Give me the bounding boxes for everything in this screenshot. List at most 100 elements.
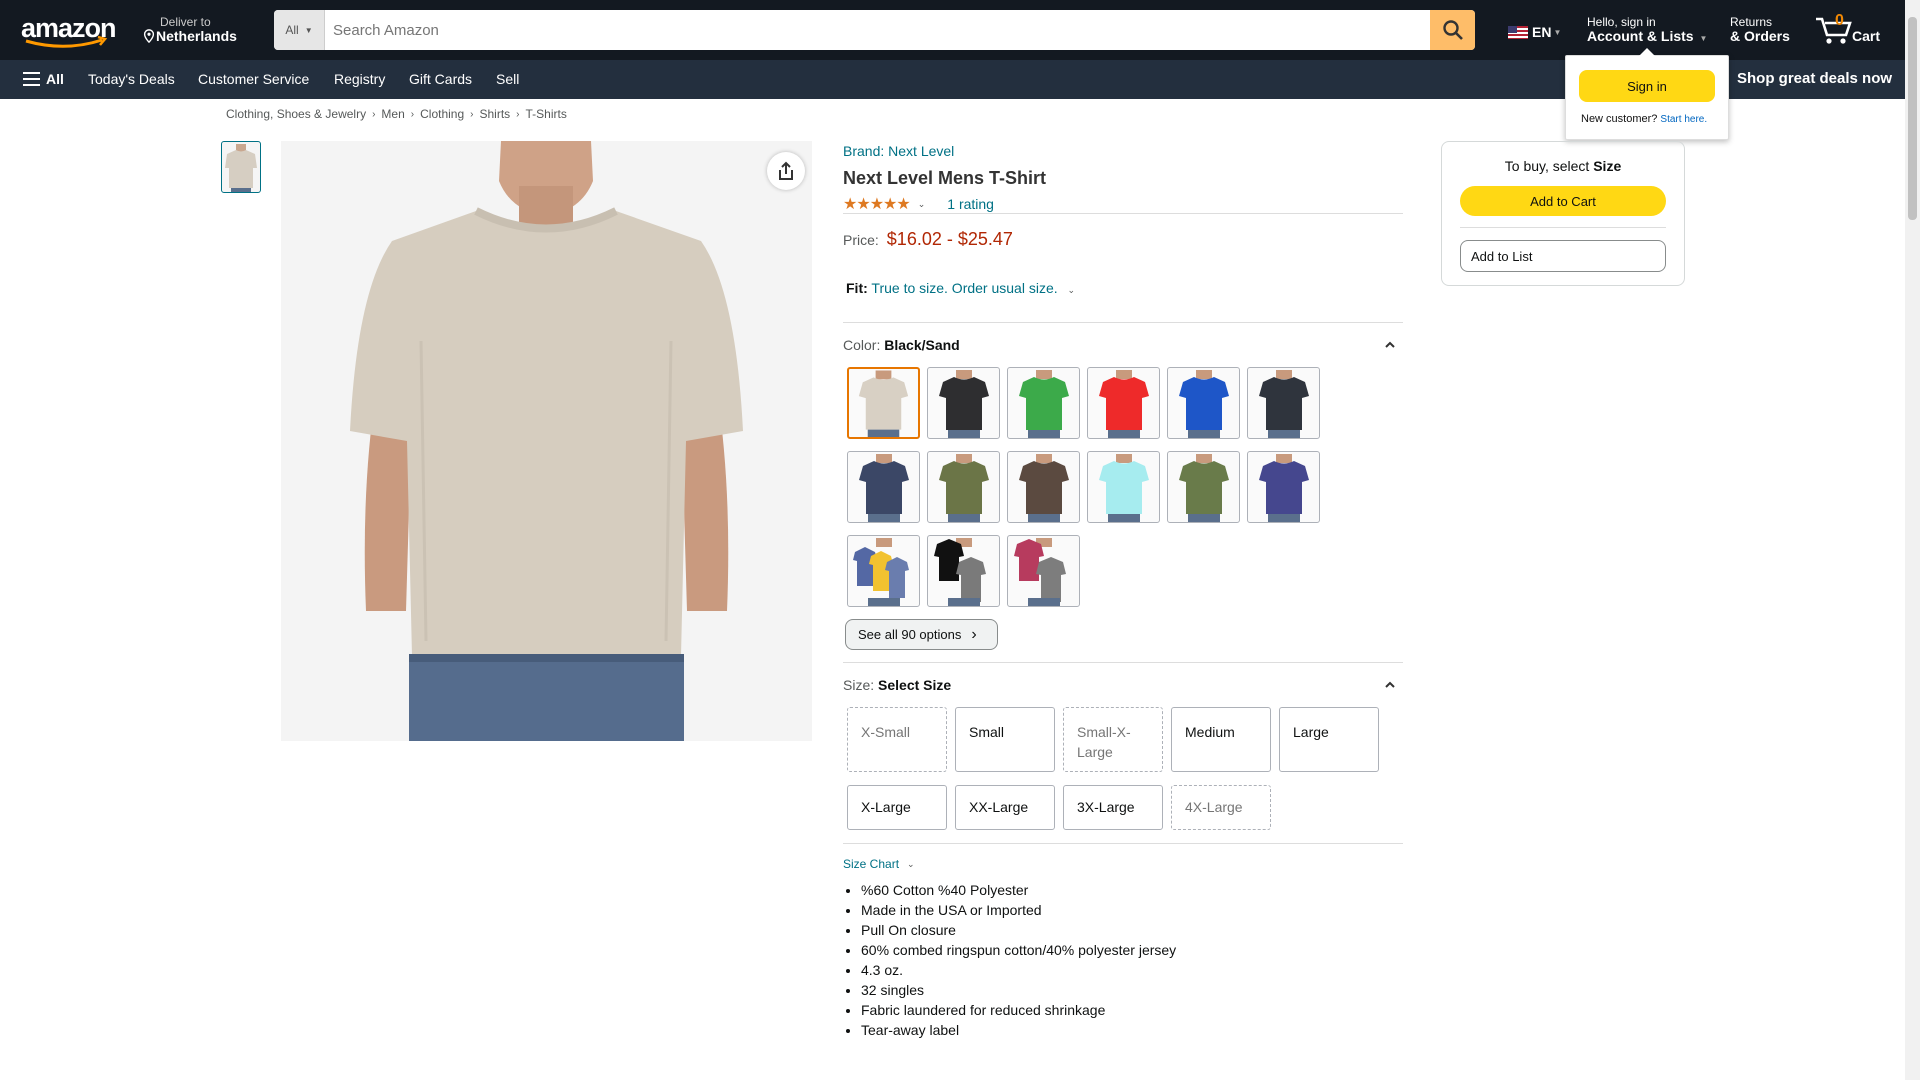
color-swatch[interactable] bbox=[847, 367, 920, 439]
breadcrumb-item[interactable]: Men bbox=[381, 107, 404, 121]
size-option-button[interactable]: X-Small bbox=[847, 707, 947, 772]
cart-button[interactable]: 0 Cart bbox=[1814, 10, 1884, 50]
color-swatch[interactable] bbox=[927, 451, 1000, 523]
nav-link-todays-deals[interactable]: Today's Deals bbox=[88, 71, 175, 87]
chevron-down-icon[interactable]: ⌄ bbox=[918, 199, 926, 210]
start-here-link[interactable]: Start here. bbox=[1660, 114, 1707, 125]
search-button[interactable] bbox=[1430, 10, 1475, 50]
selected-size: Select Size bbox=[878, 677, 952, 693]
size-option-button[interactable]: XX-Large bbox=[955, 785, 1055, 830]
chevron-right-icon: › bbox=[516, 108, 520, 120]
product-thumbnail[interactable] bbox=[221, 141, 261, 193]
chevron-up-icon[interactable] bbox=[1384, 679, 1396, 691]
caret-down-icon: ▼ bbox=[304, 25, 313, 35]
color-swatch[interactable] bbox=[847, 451, 920, 523]
all-menu-button[interactable]: All bbox=[23, 71, 64, 87]
size-chart-label: Size Chart bbox=[843, 857, 900, 871]
see-all-options-button[interactable]: See all 90 options › bbox=[845, 619, 998, 650]
feature-bullet: 60% combed ringspun cotton/40% polyester… bbox=[861, 940, 1176, 960]
price-low: $16.02 bbox=[886, 229, 942, 249]
page-scrollbar[interactable] bbox=[1905, 0, 1920, 1080]
color-swatch[interactable] bbox=[1087, 451, 1160, 523]
chevron-down-icon[interactable]: ⌄ bbox=[1068, 285, 1076, 295]
tshirt-swatch-image bbox=[858, 454, 909, 522]
rating-summary: ★★★★★ ⌄ 1 rating bbox=[843, 194, 994, 214]
color-swatch[interactable] bbox=[1007, 367, 1080, 439]
brand-link[interactable]: Brand: Next Level bbox=[843, 143, 954, 159]
color-swatch[interactable] bbox=[1087, 367, 1160, 439]
feature-bullet: Made in the USA or Imported bbox=[861, 900, 1176, 920]
tshirt-model-image bbox=[281, 141, 812, 741]
size-option-button[interactable]: Small bbox=[955, 707, 1055, 772]
tshirt-swatch-image bbox=[938, 370, 989, 438]
location-pin-icon bbox=[143, 29, 155, 43]
color-selector-label: Color: Black/Sand bbox=[843, 337, 960, 353]
size-option-button[interactable]: X-Large bbox=[847, 785, 947, 830]
scrollbar-thumb[interactable] bbox=[1908, 17, 1917, 220]
size-option-button[interactable]: Large bbox=[1279, 707, 1379, 772]
tshirt-swatch-image bbox=[938, 454, 989, 522]
language-selector[interactable]: EN ▼ bbox=[1508, 24, 1561, 40]
nav-link-customer-service[interactable]: Customer Service bbox=[198, 71, 309, 87]
add-to-list-button[interactable]: Add to List bbox=[1460, 240, 1666, 272]
chevron-down-icon: ⌄ bbox=[907, 858, 915, 869]
us-flag-icon bbox=[1508, 25, 1528, 39]
add-to-cart-button[interactable]: Add to Cart bbox=[1460, 186, 1666, 216]
divider bbox=[843, 662, 1403, 663]
new-customer-label: New customer? bbox=[1581, 113, 1658, 125]
color-swatch[interactable] bbox=[847, 535, 920, 607]
fit-value-link[interactable]: True to size. Order usual size. bbox=[871, 280, 1057, 296]
returns-orders[interactable]: Returns & Orders bbox=[1730, 15, 1790, 43]
size-option-label: 3X-Large bbox=[1077, 799, 1135, 815]
amazon-logo[interactable]: amazon bbox=[20, 14, 122, 50]
breadcrumb-item[interactable]: Shirts bbox=[479, 107, 510, 121]
all-menu-label: All bbox=[46, 71, 64, 87]
color-swatch[interactable] bbox=[1167, 367, 1240, 439]
color-swatch[interactable] bbox=[927, 367, 1000, 439]
tshirt-swatch-image bbox=[858, 370, 909, 437]
fit-info: Fit: True to size. Order usual size. ⌄ bbox=[846, 280, 1075, 296]
divider bbox=[1460, 227, 1666, 228]
size-option-button[interactable]: 4X-Large bbox=[1171, 785, 1271, 830]
product-title: Next Level Mens T-Shirt bbox=[843, 168, 1047, 188]
breadcrumb-item[interactable]: T-Shirts bbox=[526, 107, 567, 121]
chevron-up-icon[interactable] bbox=[1384, 339, 1396, 351]
search-department-select[interactable]: All ▼ bbox=[274, 10, 325, 50]
color-swatch[interactable] bbox=[927, 535, 1000, 607]
size-option-button[interactable]: Small-X-Large bbox=[1063, 707, 1163, 772]
color-swatch[interactable] bbox=[1007, 535, 1080, 607]
tshirt-thumbnail-image bbox=[225, 144, 257, 192]
breadcrumb-item[interactable]: Clothing, Shoes & Jewelry bbox=[226, 107, 366, 121]
account-lists[interactable]: Hello, sign in Account & Lists ▼ bbox=[1587, 15, 1707, 46]
star-rating-icon[interactable]: ★★★★★ bbox=[843, 194, 911, 214]
price-label: Price: bbox=[843, 232, 879, 248]
nav-link-sell[interactable]: Sell bbox=[496, 71, 519, 87]
size-option-label: X-Small bbox=[861, 724, 911, 740]
size-option-button[interactable]: 3X-Large bbox=[1063, 785, 1163, 830]
signin-button[interactable]: Sign in bbox=[1579, 70, 1715, 102]
breadcrumb-item[interactable]: Clothing bbox=[420, 107, 464, 121]
rating-count-link[interactable]: 1 rating bbox=[947, 196, 994, 212]
hamburger-icon bbox=[23, 72, 40, 86]
share-button[interactable] bbox=[767, 152, 805, 190]
color-swatch[interactable] bbox=[1247, 451, 1320, 523]
divider bbox=[843, 843, 1403, 844]
caret-down-icon: ▼ bbox=[1699, 34, 1708, 43]
search-input[interactable] bbox=[325, 10, 1430, 50]
size-option-button[interactable]: Medium bbox=[1171, 707, 1271, 772]
nav-promo-link[interactable]: Shop great deals now bbox=[1737, 70, 1892, 87]
nav-link-gift-cards[interactable]: Gift Cards bbox=[409, 71, 472, 87]
deliver-to[interactable]: Deliver to Netherlands bbox=[142, 15, 237, 43]
size-option-label: 4X-Large bbox=[1185, 799, 1243, 815]
search-bar: All ▼ bbox=[274, 10, 1475, 50]
cart-icon bbox=[1816, 17, 1852, 44]
nav-link-registry[interactable]: Registry bbox=[334, 71, 385, 87]
language-label: EN bbox=[1532, 24, 1552, 40]
main-product-image[interactable] bbox=[281, 141, 812, 741]
search-department-label: All bbox=[285, 23, 299, 37]
color-swatch[interactable] bbox=[1007, 451, 1080, 523]
color-swatch[interactable] bbox=[1247, 367, 1320, 439]
breadcrumb: Clothing, Shoes & Jewelry › Men › Clothing… bbox=[226, 107, 567, 121]
size-chart-link[interactable]: Size Chart ⌄ bbox=[843, 857, 915, 871]
color-swatch[interactable] bbox=[1167, 451, 1240, 523]
